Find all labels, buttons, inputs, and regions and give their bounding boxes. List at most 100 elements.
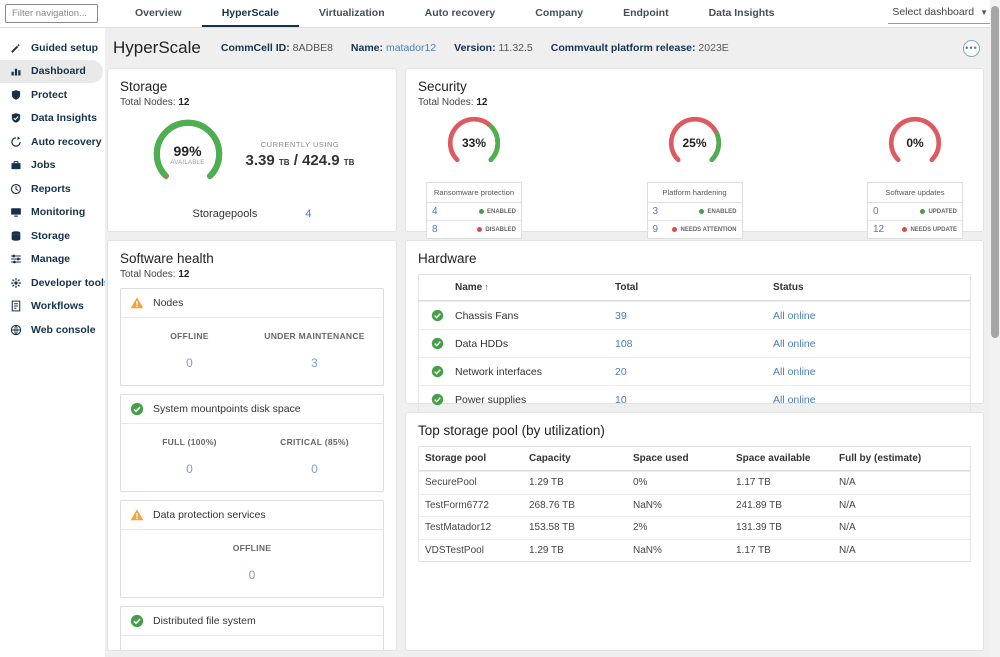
select-dashboard-dropdown[interactable]: Select dashboard ▼: [888, 4, 992, 24]
hardware-col-name[interactable]: Name↑: [455, 282, 615, 293]
ransomware-gauge-percent: 33%: [462, 136, 486, 150]
offline-label: OFFLINE: [127, 331, 252, 341]
platform-hardening-group: 25% Platform hardening 3 ENABLED: [647, 114, 743, 239]
pool-capacity: 153.58 TB: [529, 522, 633, 533]
col-full-by[interactable]: Full by (estimate): [839, 453, 970, 464]
sidebar-item-guided-setup[interactable]: Guided setup: [0, 36, 105, 60]
sidebar-item-storage[interactable]: Storage: [0, 224, 105, 248]
sidebar-item-manage[interactable]: Manage: [0, 248, 105, 272]
top-storage-pool-title: Top storage pool (by utilization): [418, 423, 971, 438]
pool-full-by: N/A: [839, 477, 970, 488]
sidebar-item-jobs[interactable]: Jobs: [0, 154, 105, 178]
more-actions-button[interactable]: •••: [963, 40, 980, 57]
sidebar-item-monitoring[interactable]: Monitoring: [0, 201, 105, 225]
mountpoints-section: System mountpoints disk space FULL (100%…: [120, 394, 384, 492]
storage-available-gauge: 99% AVAILABLE: [150, 116, 226, 192]
pool-full-by: N/A: [839, 500, 970, 511]
ransomware-protection-group: 33% Ransomware protection 4 ENABLED: [426, 114, 522, 239]
needs-update-count-link[interactable]: 12: [873, 224, 884, 235]
commcell-name-label: Name:: [351, 42, 383, 54]
main-content: HyperScale CommCell ID: 8ADBE8 Name: mat…: [105, 28, 1000, 657]
hardware-total-link[interactable]: 10: [615, 394, 773, 406]
critical-label: CRITICAL (85%): [252, 437, 377, 447]
storage-gauge-sublabel: AVAILABLE: [170, 160, 204, 166]
sidebar-item-auto-recovery[interactable]: Auto recovery: [0, 130, 105, 154]
top-pool-table-header: Storage pool Capacity Space used Space a…: [419, 447, 970, 471]
tab-overview[interactable]: Overview: [115, 0, 202, 27]
chevron-down-icon: ▼: [980, 8, 988, 17]
filter-navigation-input[interactable]: [5, 4, 98, 23]
sidebar-item-reports[interactable]: Reports: [0, 177, 105, 201]
tab-virtualization[interactable]: Virtualization: [299, 0, 405, 27]
full-label: FULL (100%): [127, 437, 252, 447]
distributed-fs-section: Distributed file system OFFLINE 0: [120, 606, 384, 651]
tab-auto-recovery[interactable]: Auto recovery: [405, 0, 516, 27]
platform-release: Commvault platform release: 2023E: [551, 42, 729, 54]
hardware-name: Network interfaces: [455, 366, 615, 378]
warning-icon: [130, 296, 144, 310]
sidebar-item-label: Web console: [31, 324, 96, 336]
hardware-total-link[interactable]: 108: [615, 338, 773, 350]
table-row: 12 NEEDS UPDATE: [868, 220, 962, 238]
hardware-status-link[interactable]: All online: [773, 366, 970, 378]
data-protection-section: Data protection services OFFLINE 0: [120, 500, 384, 598]
data-protection-section-title: Data protection services: [153, 509, 266, 521]
version-label: Version:: [454, 42, 495, 54]
top-storage-pool-card: Top storage pool (by utilization) Storag…: [405, 412, 984, 651]
col-space-used[interactable]: Space used: [633, 453, 736, 464]
hardware-total-link[interactable]: 39: [615, 310, 773, 322]
under-maintenance-count-link[interactable]: 3: [252, 356, 377, 370]
hardware-col-status[interactable]: Status: [773, 282, 970, 293]
storage-card: Storage Total Nodes: 12 99% AVAILAB: [107, 68, 397, 232]
sidebar-item-data-insights[interactable]: Data Insights: [0, 107, 105, 131]
tab-hyperscale[interactable]: HyperScale: [202, 0, 299, 27]
needs-attention-count-link[interactable]: 9: [653, 224, 659, 235]
col-space-available[interactable]: Space available: [736, 453, 839, 464]
pool-space-used: 2%: [633, 522, 736, 533]
offline-count-link[interactable]: 0: [127, 356, 252, 370]
commcell-name-link[interactable]: matador12: [386, 42, 436, 54]
currently-using-value: 3.39 TB / 424.9 TB: [246, 152, 355, 169]
hardware-status-link[interactable]: All online: [773, 394, 970, 406]
monitor-icon: [10, 206, 22, 218]
hardware-status-link[interactable]: All online: [773, 338, 970, 350]
full-count-link[interactable]: 0: [127, 462, 252, 476]
scrollbar-thumb[interactable]: [991, 6, 999, 338]
pool-name: SecurePool: [425, 477, 529, 488]
table-row: 4 ENABLED: [427, 203, 521, 220]
tab-data-insights[interactable]: Data Insights: [689, 0, 795, 27]
disabled-count-link[interactable]: 8: [432, 224, 438, 235]
table-row: Data HDDs 108 All online: [419, 329, 970, 357]
sidebar-item-developer-tools[interactable]: Developer tools: [0, 271, 105, 295]
commcell-name: Name: matador12: [351, 42, 436, 54]
hardware-total-link[interactable]: 20: [615, 366, 773, 378]
col-capacity[interactable]: Capacity: [529, 453, 633, 464]
pool-capacity: 268.76 TB: [529, 500, 633, 511]
sliders-icon: [10, 253, 22, 265]
sidebar-item-label: Data Insights: [31, 112, 97, 124]
tab-company[interactable]: Company: [515, 0, 603, 27]
hardware-status-link[interactable]: All online: [773, 310, 970, 322]
col-storage-pool[interactable]: Storage pool: [425, 453, 529, 464]
storagepools-count-link[interactable]: 4: [305, 208, 311, 220]
status-label: ENABLED: [487, 209, 516, 215]
tab-endpoint[interactable]: Endpoint: [603, 0, 689, 27]
enabled-count-link[interactable]: 3: [653, 206, 659, 217]
sidebar-item-workflows[interactable]: Workflows: [0, 295, 105, 319]
table-row: Power supplies 10 All online: [419, 385, 970, 413]
sidebar-item-dashboard[interactable]: Dashboard: [0, 60, 103, 84]
status-label: UPDATED: [928, 209, 957, 215]
pool-full-by: N/A: [839, 545, 970, 556]
critical-count-link[interactable]: 0: [252, 462, 377, 476]
top-navigation-bar: Overview HyperScale Virtualization Auto …: [0, 0, 1000, 28]
hardware-col-total[interactable]: Total: [615, 282, 773, 293]
sidebar-item-label: Auto recovery: [31, 136, 102, 148]
table-row: VDSTestPool 1.29 TB NaN% 1.17 TB N/A: [419, 539, 970, 562]
updated-count-link[interactable]: 0: [873, 206, 879, 217]
workflow-doc-icon: [10, 300, 22, 312]
sidebar-item-web-console[interactable]: Web console: [0, 318, 105, 342]
sidebar-item-protect[interactable]: Protect: [0, 83, 105, 107]
offline-count-link[interactable]: 0: [127, 568, 377, 582]
enabled-count-link[interactable]: 4: [432, 206, 438, 217]
pool-name: VDSTestPool: [425, 545, 529, 556]
